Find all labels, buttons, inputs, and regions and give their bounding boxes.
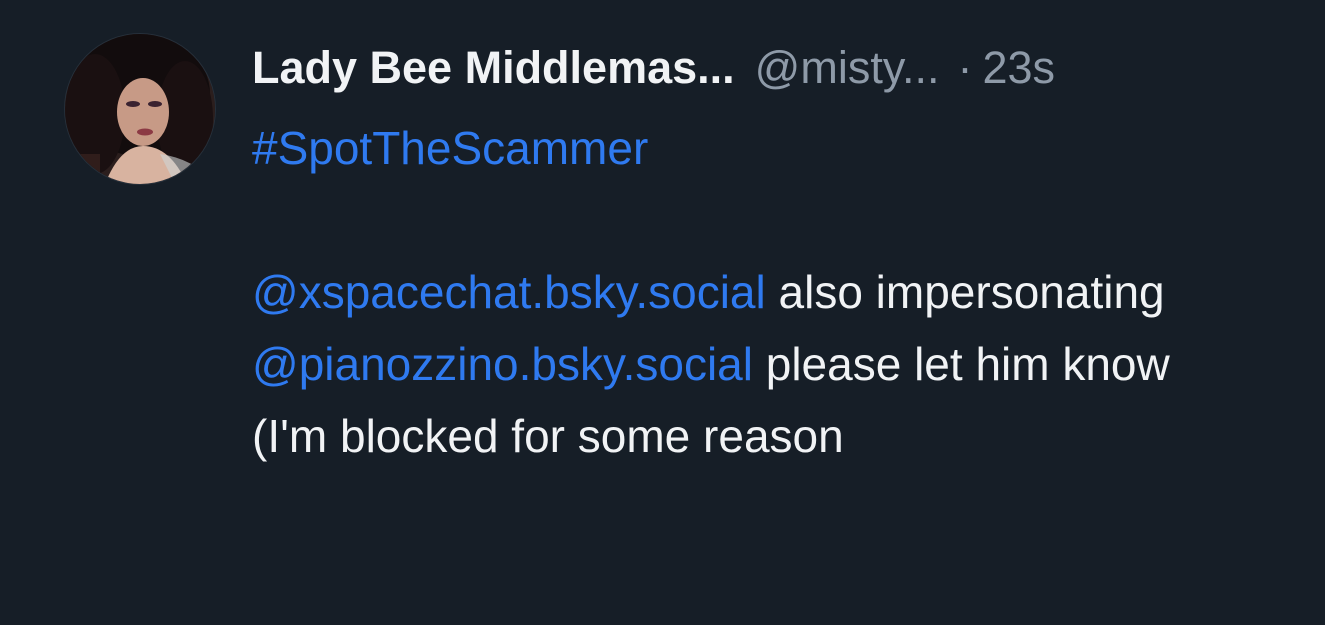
post-header: Lady Bee Middlemas... @misty... · 23s (252, 36, 1292, 100)
avatar-photo (65, 34, 215, 184)
post-timestamp[interactable]: 23s (983, 36, 1056, 100)
post-paragraph: @xspacechat.bsky.social also impersonati… (252, 256, 1212, 472)
meta-separator: · (957, 42, 973, 93)
mention-link[interactable]: @pianozzino.bsky.social (252, 338, 753, 390)
post-body: #SpotTheScammer @xspacechat.bsky.social … (252, 112, 1212, 472)
hashtag-line: #SpotTheScammer (252, 112, 1212, 184)
mention-link[interactable]: @xspacechat.bsky.social (252, 266, 766, 318)
avatar[interactable] (65, 34, 215, 184)
post-content: Lady Bee Middlemas... @misty... · 23s #S… (252, 36, 1292, 472)
post-text: also impersonating (765, 266, 1165, 318)
post-card[interactable]: Lady Bee Middlemas... @misty... · 23s #S… (0, 0, 1325, 625)
author-display-name[interactable]: Lady Bee Middlemas... (252, 36, 735, 100)
author-handle[interactable]: @misty... (755, 36, 940, 100)
hashtag-link[interactable]: #SpotTheScammer (252, 122, 648, 174)
